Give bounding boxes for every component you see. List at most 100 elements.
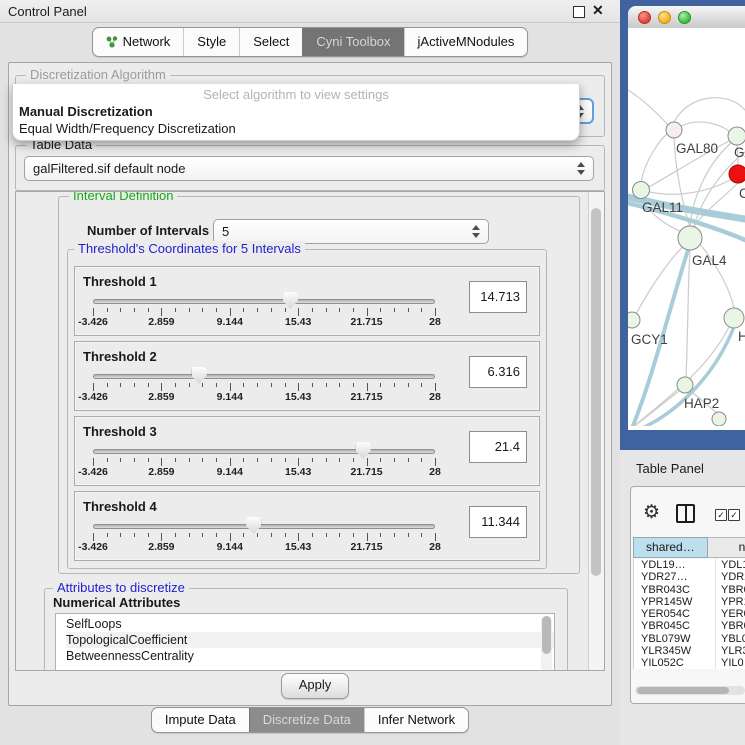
threshold-value-field[interactable]: 14.713: [469, 281, 527, 313]
slider-track[interactable]: [93, 374, 435, 379]
table-row[interactable]: YER054CYER0: [634, 608, 745, 620]
cell-shared-name[interactable]: YBR045C: [634, 620, 715, 632]
thresholds-group: Threshold's Coordinates for 5 Intervals …: [67, 249, 547, 569]
numerical-attributes-label: Numerical Attributes: [53, 595, 180, 610]
checkbox-icon[interactable]: ✓: [728, 509, 740, 521]
column-header-name[interactable]: na: [708, 537, 745, 558]
attribute-item[interactable]: TopologicalCoefficient: [66, 632, 555, 648]
tab-infer-network[interactable]: Infer Network: [364, 708, 468, 732]
attribute-item[interactable]: BetweennessCentrality: [66, 648, 555, 664]
attributes-list-scrollbar[interactable]: [541, 616, 552, 671]
threshold-panel-4: Threshold 4-3.4262.8599.14415.4321.71528…: [74, 491, 540, 561]
threshold-label: Threshold 4: [83, 499, 157, 514]
cell-name[interactable]: YBR0: [715, 584, 745, 596]
network-canvas[interactable]: GAL80GACGAL11GAL4GCY1HHAP2: [628, 28, 745, 426]
table-row[interactable]: YIL052CYIL0: [634, 657, 745, 669]
network-node[interactable]: [628, 312, 640, 328]
minimize-traffic-light-icon[interactable]: [658, 11, 671, 24]
table-row[interactable]: YPR145WYPR1: [634, 596, 745, 608]
network-node[interactable]: [712, 412, 726, 426]
threshold-value-field[interactable]: 21.4: [469, 431, 527, 463]
zoom-traffic-light-icon[interactable]: [678, 11, 691, 24]
network-node-label: GAL11: [642, 200, 683, 215]
settings-scrollbar-thumb[interactable]: [591, 208, 601, 576]
numerical-attributes-list[interactable]: SelfLoopsTopologicalCoefficientBetweenne…: [55, 613, 555, 671]
network-node[interactable]: [724, 308, 744, 328]
tab-discretize-data[interactable]: Discretize Data: [249, 708, 364, 732]
tab-cyni-toolbox[interactable]: Cyni Toolbox: [302, 28, 403, 56]
cell-shared-name[interactable]: YLR345W: [634, 645, 715, 657]
cell-shared-name[interactable]: YBR043C: [634, 584, 715, 596]
threshold-value-field[interactable]: 6.316: [469, 356, 527, 388]
table-panel: Table Panel ⚙ ✓ ✓ shared… na YDL19…YDL1Y…: [620, 450, 745, 745]
algorithm-option-1[interactable]: Manual Discretization: [19, 104, 153, 119]
slider-thumb[interactable]: [246, 517, 261, 534]
slider-thumb[interactable]: [283, 292, 298, 309]
network-node[interactable]: [677, 377, 693, 393]
network-node[interactable]: [728, 127, 745, 145]
number-of-intervals-label: Number of Intervals: [87, 223, 209, 238]
control-panel-titlebar: Control Panel ✕: [0, 0, 620, 23]
network-node[interactable]: [633, 182, 650, 199]
tab-network[interactable]: Network: [93, 28, 184, 56]
cell-name[interactable]: YPR1: [715, 596, 745, 608]
close-icon[interactable]: ✕: [592, 2, 604, 19]
cell-shared-name[interactable]: YIL052C: [634, 657, 715, 669]
slider-track[interactable]: [93, 449, 435, 454]
tab-style[interactable]: Style: [183, 28, 239, 56]
float-window-icon[interactable]: [573, 6, 585, 18]
slider-thumb[interactable]: [356, 442, 371, 459]
table-panel-title: Table Panel: [636, 461, 704, 476]
tab-select[interactable]: Select: [239, 28, 302, 56]
cell-shared-name[interactable]: YDL19…: [634, 559, 715, 571]
settings-scrollbar[interactable]: [588, 192, 604, 670]
table-hscrollbar[interactable]: [635, 686, 745, 695]
table-row[interactable]: YBR043CYBR0: [634, 584, 745, 596]
cyni-toolbox-panel: Discretization Algorithm Table Data galF…: [8, 62, 612, 706]
slider-track[interactable]: [93, 524, 435, 529]
cell-name[interactable]: YBL0: [715, 633, 745, 645]
attributes-group: Attributes to discretize Numerical Attri…: [44, 588, 568, 671]
cell-name[interactable]: YDR2: [715, 571, 745, 583]
table-data-combobox-value: galFiltered.sif default node: [33, 161, 577, 176]
cell-shared-name[interactable]: YDR27…: [634, 571, 715, 583]
close-traffic-light-icon[interactable]: [638, 11, 651, 24]
table-hscrollbar-thumb[interactable]: [637, 687, 729, 694]
attributes-list-scrollbar-thumb[interactable]: [542, 616, 551, 654]
cell-name[interactable]: YER0: [715, 608, 745, 620]
cell-name[interactable]: YIL0: [715, 657, 744, 669]
interval-definition-group-title: Interval Definition: [69, 191, 177, 203]
threshold-label: Threshold 2: [83, 349, 157, 364]
table-row[interactable]: YLR345WYLR3: [634, 645, 745, 657]
slider-thumb[interactable]: [192, 367, 207, 384]
cell-shared-name[interactable]: YER054C: [634, 608, 715, 620]
thresholds-group-title: Threshold's Coordinates for 5 Intervals: [74, 241, 305, 256]
table-row[interactable]: YDR27…YDR2: [634, 571, 745, 583]
apply-button[interactable]: Apply: [281, 673, 349, 699]
bottom-tab-bar: Impute DataDiscretize DataInfer Network: [0, 707, 620, 733]
slider-track[interactable]: [93, 299, 435, 304]
table-row[interactable]: YBR045CYBR0: [634, 620, 745, 632]
column-header-shared-name[interactable]: shared…: [633, 537, 708, 558]
cell-name[interactable]: YBR0: [715, 620, 745, 632]
threshold-label: Threshold 1: [83, 274, 157, 289]
cell-name[interactable]: YDL1: [715, 559, 745, 571]
table-row[interactable]: YDL19…YDL1: [634, 559, 745, 571]
network-node[interactable]: [678, 226, 702, 250]
network-node[interactable]: [666, 122, 682, 138]
algorithm-option-2[interactable]: Equal Width/Frequency Discretization: [19, 121, 236, 136]
cell-name[interactable]: YLR3: [715, 645, 745, 657]
network-node[interactable]: [729, 165, 745, 183]
network-window-titlebar[interactable]: [628, 6, 745, 29]
threshold-value-field[interactable]: 11.344: [469, 506, 527, 538]
table-data-combobox[interactable]: galFiltered.sif default node: [24, 156, 594, 181]
attribute-item[interactable]: SelfLoops: [66, 616, 555, 632]
tab-impute-data[interactable]: Impute Data: [152, 708, 249, 732]
cell-shared-name[interactable]: YBL079W: [634, 633, 715, 645]
cell-shared-name[interactable]: YPR145W: [634, 596, 715, 608]
column-layout-icon[interactable]: [676, 504, 695, 523]
table-row[interactable]: YBL079WYBL0: [634, 633, 745, 645]
tab-jactivemnodules[interactable]: jActiveMNodules: [404, 28, 528, 56]
checkbox-icon[interactable]: ✓: [715, 509, 727, 521]
gear-icon[interactable]: ⚙: [643, 503, 660, 522]
